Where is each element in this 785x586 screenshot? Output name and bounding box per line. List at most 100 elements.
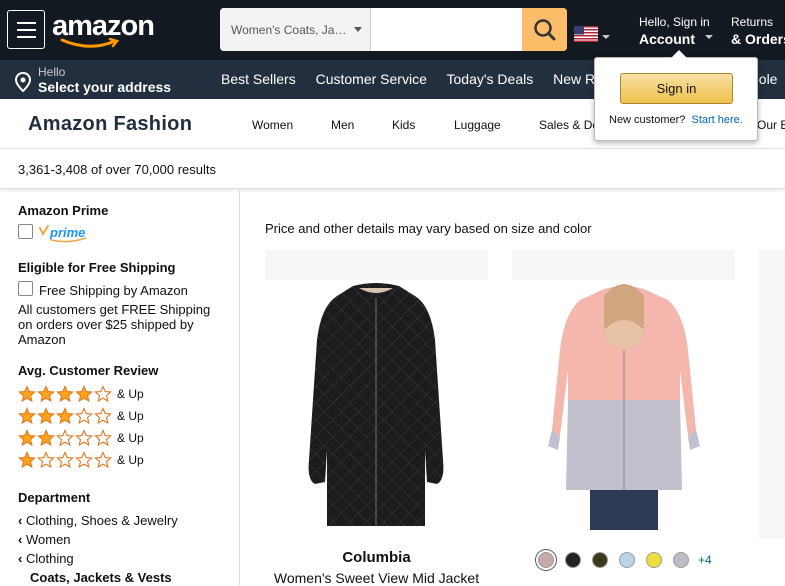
- star-filled-icon: [37, 429, 55, 447]
- black-quilted-jacket-image: [265, 250, 488, 539]
- star-empty-icon: [94, 429, 112, 447]
- more-colors-link[interactable]: +4: [698, 553, 712, 567]
- signin-button[interactable]: Sign in: [620, 73, 733, 104]
- product-card-image[interactable]: [759, 250, 785, 539]
- search-category-dropdown[interactable]: Women's Coats, Ja…: [220, 8, 371, 51]
- star-empty-icon: [94, 385, 112, 403]
- dept-label: Clothing, Shoes & Jewelry: [25, 513, 178, 528]
- star-filled-icon: [18, 407, 36, 425]
- star-filled-icon: [18, 385, 36, 403]
- logo-smile-icon: [60, 38, 120, 48]
- dept-link-women[interactable]: ‹ Women: [18, 532, 71, 547]
- nav-links: Best Sellers Customer Service Today's De…: [221, 71, 611, 87]
- dept-current: Coats, Jackets & Vests: [30, 570, 172, 585]
- star-empty-icon: [56, 451, 74, 469]
- fashion-link-women[interactable]: Women: [252, 118, 293, 132]
- free-shipping-label[interactable]: Free Shipping by Amazon: [39, 283, 188, 298]
- dept-link-clothing-shoes-jewelry[interactable]: ‹ Clothing, Shoes & Jewelry: [18, 513, 178, 528]
- orders-label: & Orders: [731, 31, 785, 47]
- search-input[interactable]: [372, 8, 522, 51]
- product-title[interactable]: Women's Sweet View Mid Jacket: [265, 570, 488, 586]
- department-heading: Department: [18, 490, 91, 505]
- fashion-link-our-brands[interactable]: Our B: [757, 118, 785, 132]
- color-swatch[interactable]: [619, 552, 635, 568]
- returns-label: Returns: [731, 15, 774, 29]
- and-up-label: & Up: [117, 387, 144, 401]
- dept-label: Clothing: [25, 551, 74, 566]
- star-empty-icon: [56, 429, 74, 447]
- product-card-image[interactable]: [265, 250, 488, 539]
- review-heading: Avg. Customer Review: [18, 363, 159, 378]
- and-up-label: & Up: [117, 409, 144, 423]
- chevron-left-icon: ‹: [18, 532, 23, 547]
- star-filled-icon: [37, 385, 55, 403]
- pink-grey-windbreaker-image: [512, 250, 735, 539]
- and-up-label: & Up: [117, 453, 144, 467]
- results-count: 3,361-3,408 of over 70,000 results: [0, 150, 785, 189]
- prime-heading: Amazon Prime: [18, 203, 109, 218]
- chevron-down-icon: [602, 35, 610, 39]
- color-swatch[interactable]: [592, 552, 608, 568]
- top-nav: amazon Women's Coats, Ja… Hello, Sign in…: [0, 0, 785, 60]
- fashion-link-men[interactable]: Men: [331, 118, 354, 132]
- rating-filter-4-stars[interactable]: & Up: [18, 385, 144, 403]
- star-filled-icon: [75, 385, 93, 403]
- fashion-link-kids[interactable]: Kids: [392, 118, 415, 132]
- us-flag-icon[interactable]: [574, 26, 598, 42]
- filter-sidebar: Amazon Prime prime Eligible for Free Shi…: [0, 190, 240, 585]
- star-filled-icon: [37, 407, 55, 425]
- dept-label: Women: [25, 532, 71, 547]
- nav-link-best-sellers[interactable]: Best Sellers: [221, 71, 296, 87]
- color-swatch[interactable]: [538, 552, 554, 568]
- star-empty-icon: [94, 407, 112, 425]
- dept-link-clothing[interactable]: ‹ Clothing: [18, 551, 74, 566]
- star-filled-icon: [56, 385, 74, 403]
- prime-checkbox[interactable]: [18, 224, 33, 239]
- shipping-heading: Eligible for Free Shipping: [18, 260, 176, 275]
- free-shipping-checkbox[interactable]: [18, 281, 33, 296]
- nav-link-todays-deals[interactable]: Today's Deals: [447, 71, 534, 87]
- start-here-link[interactable]: Start here.: [691, 114, 742, 126]
- fashion-link-luggage[interactable]: Luggage: [454, 118, 501, 132]
- star-filled-icon: [56, 407, 74, 425]
- search-button[interactable]: [522, 8, 567, 51]
- rating-filter-3-stars[interactable]: & Up: [18, 407, 144, 425]
- shipping-note: All customers get FREE Shipping on order…: [18, 302, 211, 347]
- rating-filter-2-stars[interactable]: & Up: [18, 429, 144, 447]
- chevron-down-icon: [705, 35, 713, 39]
- chevron-left-icon: ‹: [18, 513, 23, 528]
- nav-link-new-releases[interactable]: New R: [553, 71, 595, 87]
- prime-logo-text: prime: [49, 225, 85, 240]
- signin-popover: Sign in New customer? Start here.: [594, 50, 758, 141]
- address-label: Select your address: [38, 79, 172, 95]
- product-card-image[interactable]: [512, 250, 735, 539]
- account-label: Account: [639, 31, 695, 47]
- account-menu[interactable]: Hello, Sign in Account: [639, 15, 710, 47]
- star-empty-icon: [94, 451, 112, 469]
- star-filled-icon: [18, 429, 36, 447]
- search-bar: Women's Coats, Ja…: [220, 8, 567, 51]
- returns-orders[interactable]: Returns & Orders: [731, 15, 785, 47]
- location-pin-icon: [14, 72, 32, 92]
- search-icon: [534, 19, 556, 41]
- account-greeting: Hello, Sign in: [639, 15, 710, 29]
- menu-button[interactable]: [7, 10, 45, 49]
- hello-label: Hello: [38, 65, 66, 79]
- chevron-down-icon: [354, 27, 362, 32]
- product-brand[interactable]: Columbia: [265, 549, 488, 566]
- nav-link-customer-service[interactable]: Customer Service: [316, 71, 427, 87]
- prime-logo-icon: prime: [39, 225, 87, 243]
- color-swatch[interactable]: [646, 552, 662, 568]
- new-customer-prompt: New customer? Start here.: [609, 114, 743, 126]
- star-empty-icon: [75, 429, 93, 447]
- fashion-link-sales-deals[interactable]: Sales & De: [539, 118, 599, 132]
- chevron-left-icon: ‹: [18, 551, 23, 566]
- color-swatch[interactable]: [565, 552, 581, 568]
- rating-filter-1-stars[interactable]: & Up: [18, 451, 144, 469]
- star-empty-icon: [75, 451, 93, 469]
- star-empty-icon: [37, 451, 55, 469]
- color-swatch[interactable]: [673, 552, 689, 568]
- amazon-fashion-logo[interactable]: Amazon Fashion: [28, 113, 192, 136]
- search-category-label: Women's Coats, Ja…: [231, 23, 347, 37]
- and-up-label: & Up: [117, 431, 144, 445]
